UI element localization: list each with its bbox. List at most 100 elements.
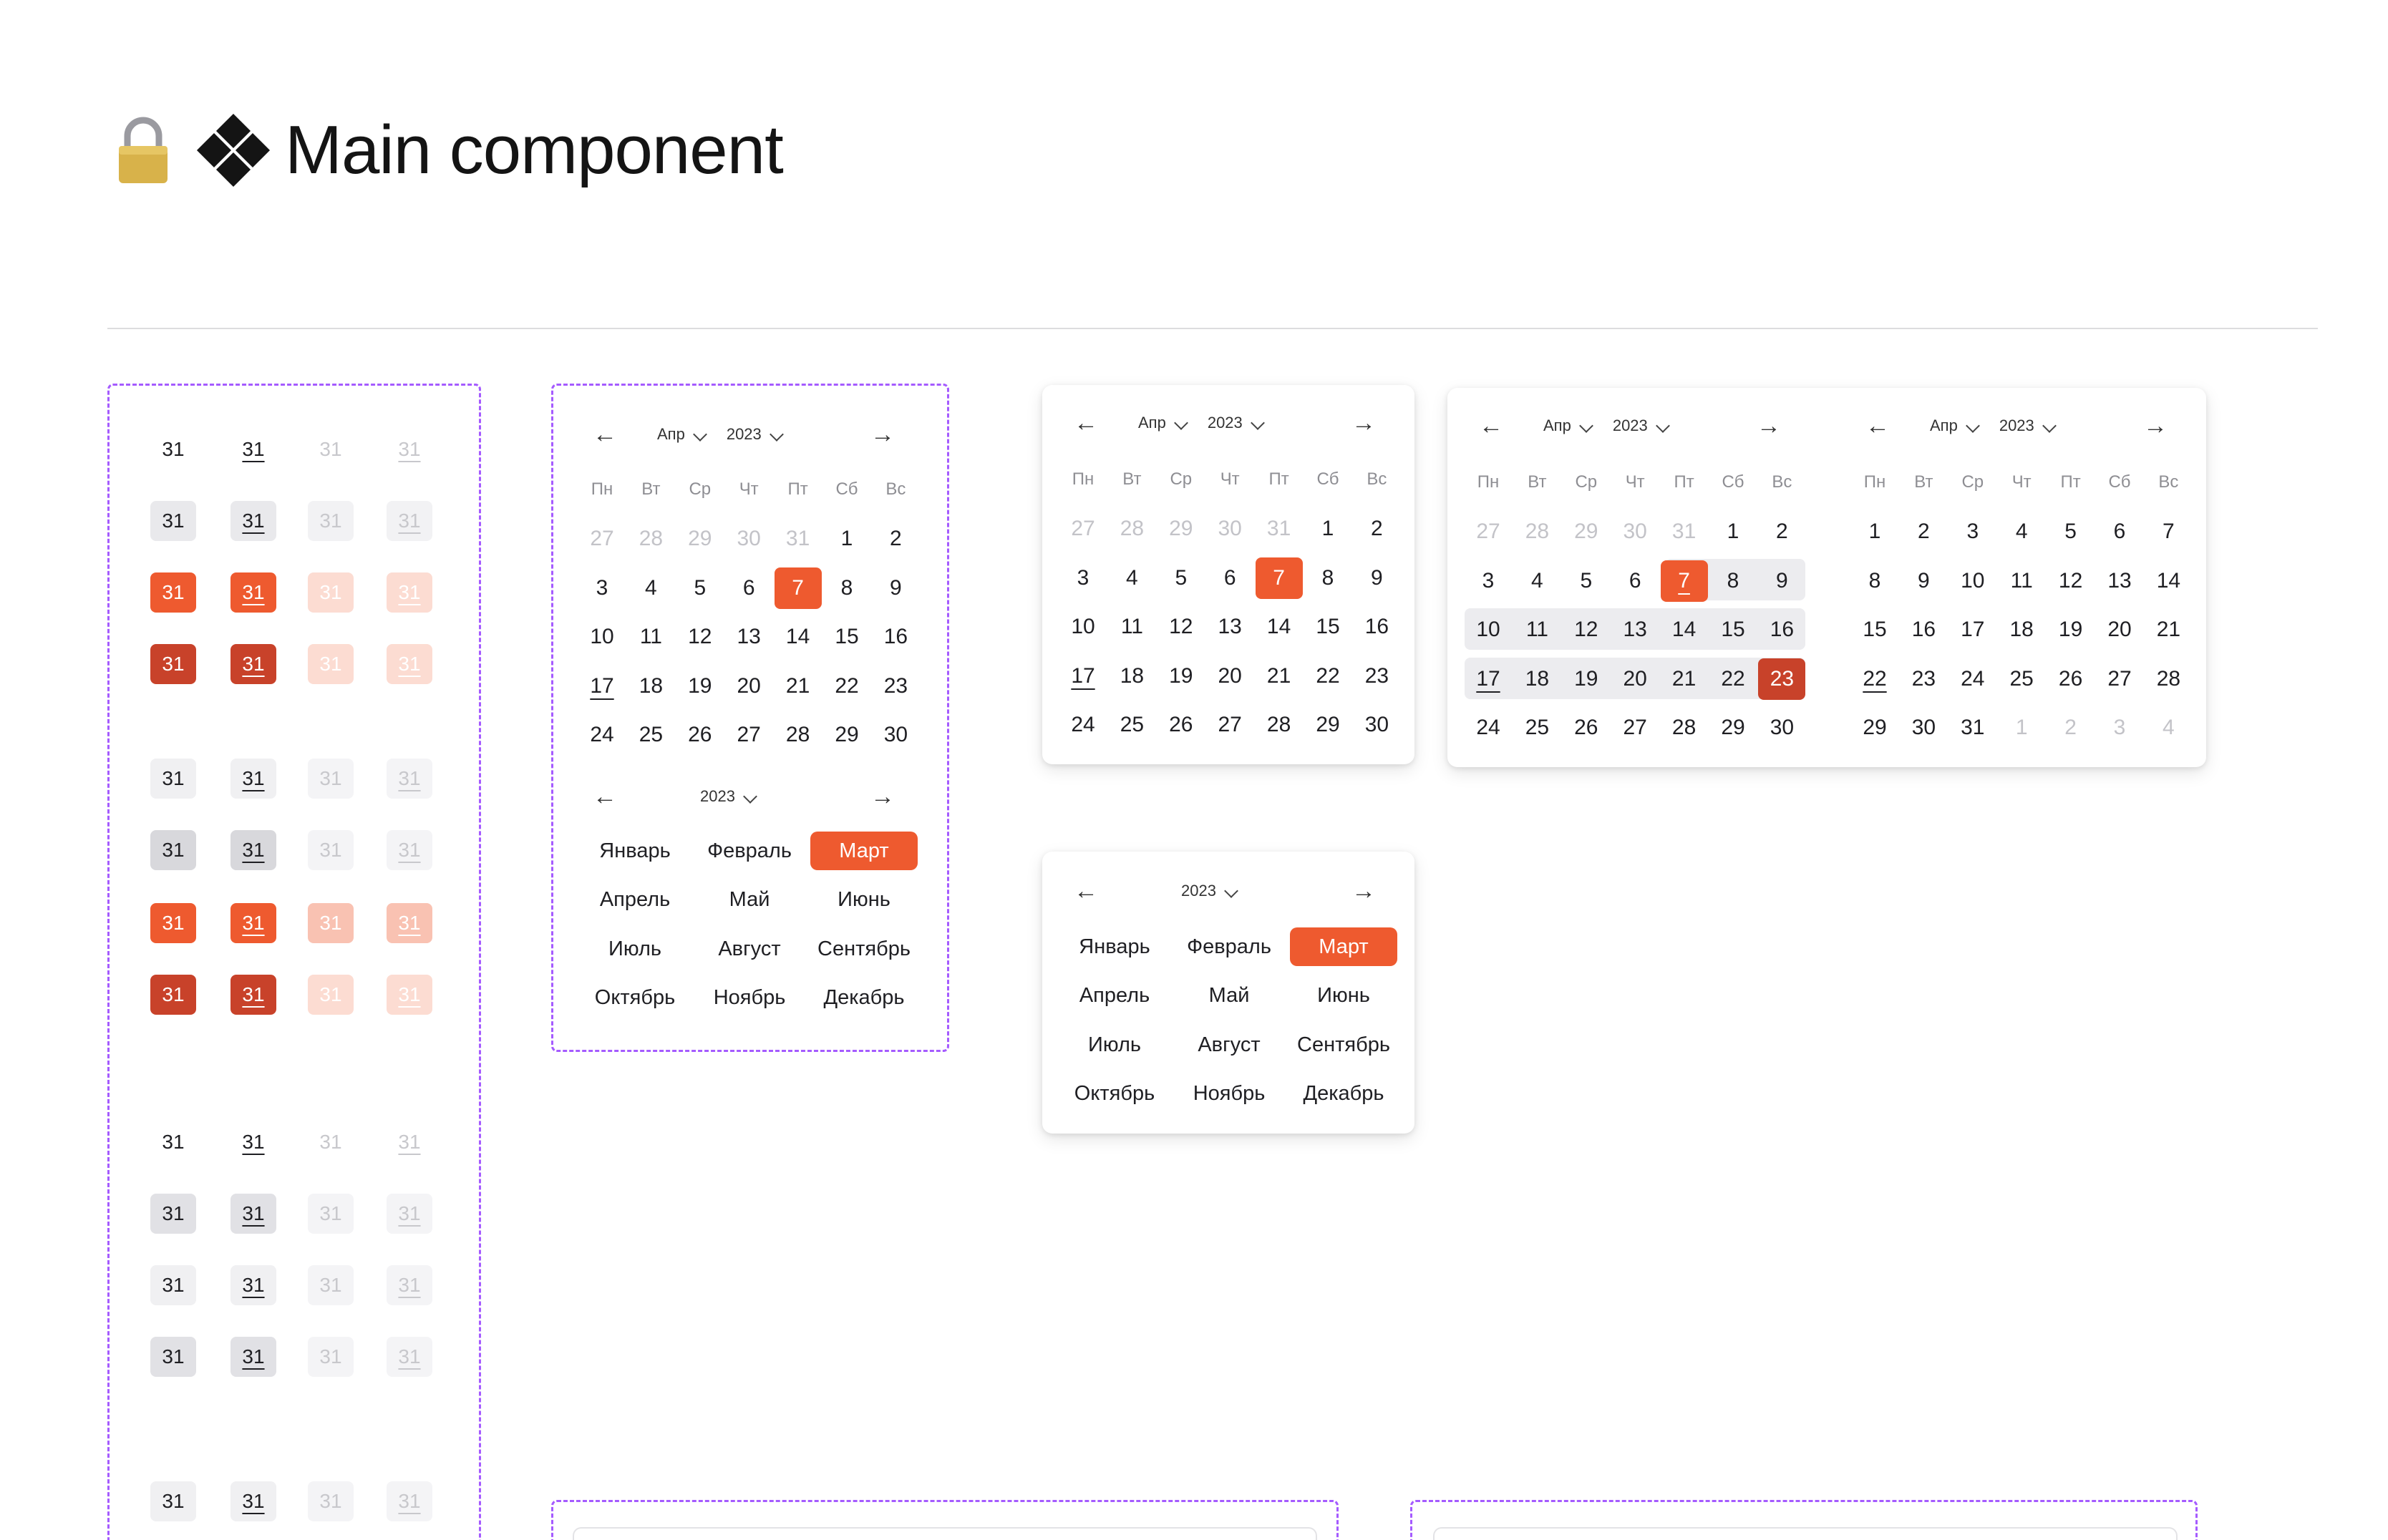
day-cell[interactable]: 11 (627, 616, 674, 658)
day-cell[interactable]: 28 (627, 518, 674, 560)
day-cell[interactable]: 3 (578, 567, 626, 609)
day-cell[interactable]: 7 (2145, 511, 2192, 552)
day-cell-variant[interactable]: 31 (150, 644, 196, 684)
day-cell-variant[interactable]: 31 (230, 1265, 276, 1305)
day-cell[interactable]: 31 (1256, 508, 1303, 550)
day-cell-variant[interactable]: 31 (230, 759, 276, 799)
arrow-left-icon[interactable]: ← (1479, 414, 1503, 438)
day-cell[interactable]: 23 (872, 666, 919, 707)
day-cell-variant[interactable]: 31 (230, 572, 276, 613)
month-cell[interactable]: Октябрь (581, 979, 689, 1018)
month-cell[interactable]: Апрель (581, 881, 689, 920)
day-cell-variant[interactable]: 31 (230, 1481, 276, 1521)
day-cell[interactable]: 2 (2047, 707, 2095, 749)
day-cell-variant[interactable]: 31 (308, 572, 354, 613)
day-cell[interactable]: 27 (1465, 511, 1512, 552)
day-cell[interactable]: 19 (1563, 658, 1610, 700)
month-cell[interactable]: Июль (581, 930, 689, 968)
day-cell[interactable]: 12 (1157, 606, 1205, 648)
day-cell[interactable]: 12 (676, 616, 724, 658)
day-cell[interactable]: 9 (872, 567, 919, 609)
day-cell-variant[interactable]: 31 (308, 1481, 354, 1521)
arrow-right-icon[interactable]: → (1351, 411, 1376, 435)
day-cell[interactable]: 1 (823, 518, 870, 560)
day-cell-variant[interactable]: 31 (387, 1194, 432, 1234)
day-cell[interactable]: 15 (1304, 606, 1351, 648)
month-cell[interactable]: Апрель (1061, 977, 1168, 1015)
day-cell[interactable]: 23 (1353, 656, 1400, 697)
month-select[interactable]: Апр (657, 425, 707, 444)
day-cell[interactable]: 13 (1206, 606, 1253, 648)
day-cell-variant[interactable]: 31 (230, 830, 276, 870)
day-cell[interactable]: 20 (1206, 656, 1253, 697)
day-cell-variant[interactable]: 31 (387, 975, 432, 1015)
day-cell[interactable]: 7 (774, 567, 822, 609)
day-cell-variant[interactable]: 31 (387, 572, 432, 613)
day-cell[interactable]: 29 (1709, 707, 1757, 749)
day-cell[interactable]: 15 (1709, 609, 1757, 650)
day-cell[interactable]: 3 (1465, 560, 1512, 602)
day-cell[interactable]: 19 (2047, 609, 2095, 650)
day-cell[interactable]: 3 (1059, 557, 1107, 599)
year-select[interactable]: 2023 (700, 787, 757, 806)
day-cell[interactable]: 3 (1949, 511, 1996, 552)
day-cell[interactable]: 27 (1611, 707, 1659, 749)
day-cell[interactable]: 23 (1900, 658, 1947, 700)
day-cell[interactable]: 9 (1758, 560, 1805, 602)
day-cell[interactable]: 30 (1758, 707, 1805, 749)
day-cell[interactable]: 8 (823, 567, 870, 609)
day-cell[interactable]: 13 (2096, 560, 2143, 602)
month-cell[interactable]: Август (1175, 1025, 1283, 1064)
day-cell[interactable]: 8 (1304, 557, 1351, 599)
day-cell[interactable]: 17 (1949, 609, 1996, 650)
day-cell-variant[interactable]: 31 (387, 1265, 432, 1305)
day-cell[interactable]: 15 (1851, 609, 1898, 650)
day-cell-variant[interactable]: 31 (230, 644, 276, 684)
year-select[interactable]: 2023 (1613, 416, 1670, 435)
day-cell-variant[interactable]: 31 (150, 1122, 196, 1162)
day-cell[interactable]: 4 (627, 567, 674, 609)
day-cell[interactable]: 23 (1758, 658, 1806, 700)
day-cell[interactable]: 2 (1353, 508, 1400, 550)
day-cell[interactable]: 30 (872, 714, 919, 756)
day-cell[interactable]: 5 (676, 567, 724, 609)
day-cell[interactable]: 16 (1758, 609, 1805, 650)
day-cell[interactable]: 26 (1563, 707, 1610, 749)
day-cell[interactable]: 4 (1513, 560, 1561, 602)
day-cell-variant[interactable]: 31 (230, 1337, 276, 1377)
day-cell[interactable]: 27 (725, 714, 772, 756)
arrow-right-icon[interactable]: → (1757, 414, 1781, 438)
day-cell[interactable]: 30 (1206, 508, 1253, 550)
day-cell[interactable]: 29 (1157, 508, 1205, 550)
day-cell[interactable]: 26 (1157, 704, 1205, 746)
day-cell-variant[interactable]: 31 (150, 501, 196, 541)
day-cell[interactable]: 28 (1108, 508, 1155, 550)
day-cell[interactable]: 25 (627, 714, 674, 756)
day-cell[interactable]: 26 (2047, 658, 2095, 700)
day-cell-variant[interactable]: 31 (230, 903, 276, 943)
day-cell[interactable]: 10 (1059, 606, 1107, 648)
day-cell[interactable]: 4 (1998, 511, 2045, 552)
day-cell[interactable]: 13 (725, 616, 772, 658)
day-cell-variant[interactable]: 31 (387, 429, 432, 469)
day-cell[interactable]: 20 (2096, 609, 2143, 650)
month-cell[interactable]: Май (696, 881, 803, 920)
day-cell[interactable]: 1 (1998, 707, 2045, 749)
day-cell[interactable]: 1 (1851, 511, 1898, 552)
arrow-left-icon[interactable]: ← (1074, 411, 1098, 435)
day-cell-variant[interactable]: 31 (150, 1337, 196, 1377)
day-cell[interactable]: 17 (578, 666, 626, 707)
day-cell[interactable]: 9 (1353, 557, 1400, 599)
day-cell[interactable]: 21 (1661, 658, 1708, 700)
day-cell[interactable]: 29 (1304, 704, 1351, 746)
day-cell[interactable]: 21 (775, 666, 822, 707)
day-cell[interactable]: 22 (1304, 656, 1351, 697)
day-cell[interactable]: 24 (1059, 704, 1107, 746)
day-cell[interactable]: 15 (823, 616, 870, 658)
arrow-left-icon[interactable]: ← (1074, 879, 1098, 903)
day-cell-variant[interactable]: 31 (230, 429, 276, 469)
day-cell[interactable]: 17 (1465, 658, 1512, 700)
day-cell[interactable]: 16 (872, 616, 919, 658)
month-cell[interactable]: Март (1290, 927, 1397, 966)
day-cell[interactable]: 29 (1563, 511, 1610, 552)
